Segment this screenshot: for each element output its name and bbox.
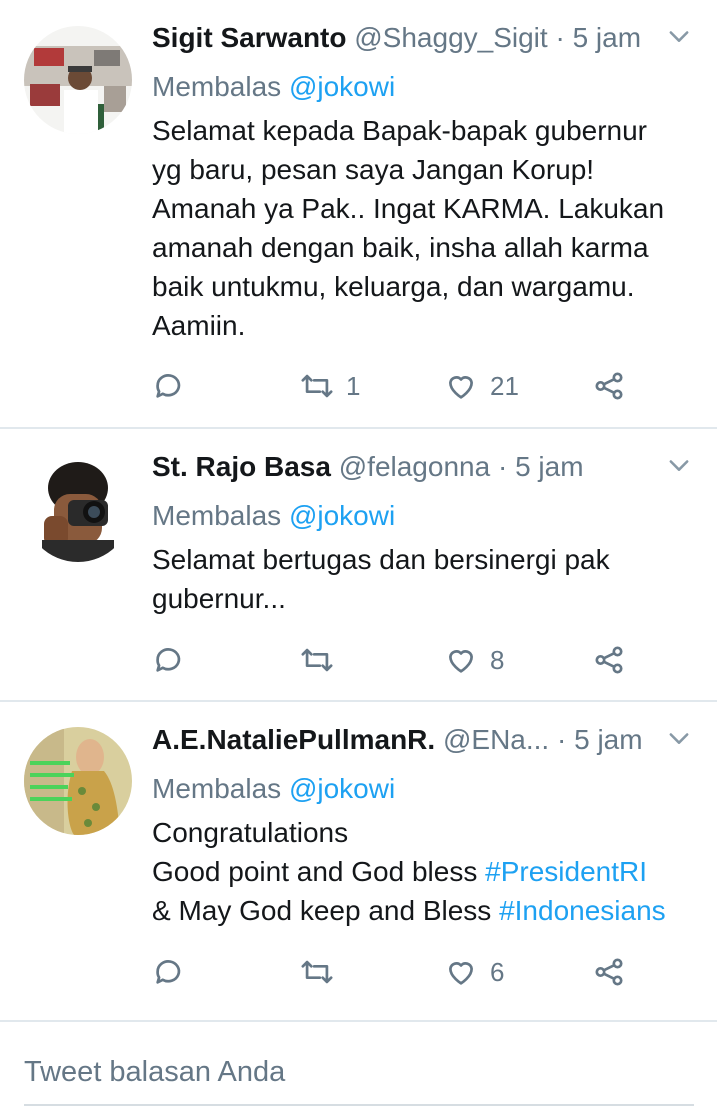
author-name[interactable]: A.E.NataliePullmanR. — [152, 724, 435, 755]
reply-icon — [156, 648, 181, 672]
tweet-text: Selamat bertugas dan bersinergi pak gube… — [152, 540, 712, 618]
tweet-text-line: Congratulations — [152, 817, 349, 848]
tweet-text: Congratulations Good point and God bless… — [152, 813, 712, 930]
tweet-3[interactable]: A.E.NataliePullmanR. @ENa... · 5 jam Mem… — [0, 702, 717, 1020]
timestamp[interactable]: 5 jam — [573, 22, 641, 53]
retweet-icon — [301, 374, 333, 398]
retweet-button[interactable]: 1 — [300, 366, 360, 406]
reply-compose-field[interactable]: Tweet balasan Anda — [24, 1050, 694, 1106]
divider — [0, 1020, 717, 1022]
timestamp[interactable]: 5 jam — [574, 724, 642, 755]
tweet-text-line: Selamat kepada Bapak-bapak gubernur — [152, 115, 648, 146]
reply-button[interactable] — [152, 366, 186, 406]
hashtag-link[interactable]: #PresidentRI — [485, 856, 647, 887]
avatar-image — [24, 727, 132, 835]
tweet-text-line: & May God keep and Bless #Indonesians — [152, 891, 712, 930]
share-icon — [595, 372, 623, 400]
reply-button[interactable] — [152, 952, 186, 992]
author-handle[interactable]: @Shaggy_Sigit — [354, 22, 547, 53]
separator-dot: · — [555, 22, 565, 53]
retweet-icon — [301, 648, 333, 672]
chevron-down-icon[interactable] — [665, 724, 693, 752]
author-name[interactable]: Sigit Sarwanto — [152, 22, 346, 53]
avatar-image — [24, 454, 132, 562]
tweet-text-line: Aamiin. — [152, 310, 246, 341]
retweet-count: 1 — [346, 370, 361, 401]
separator-dot: · — [497, 451, 508, 482]
avatar[interactable] — [24, 26, 132, 134]
tweet-2[interactable]: St. Rajo Basa @felagonna · 5 jam Membala… — [0, 429, 717, 700]
author-handle[interactable]: @ENa... — [443, 724, 549, 755]
share-icon — [595, 646, 623, 674]
retweet-button[interactable] — [300, 952, 346, 992]
share-button[interactable] — [592, 952, 626, 992]
tweet-text-line: Good point and God bless #PresidentRI — [152, 852, 712, 891]
reply-placeholder: Tweet balasan Anda — [24, 1056, 286, 1088]
tweet-text-line: gubernur... — [152, 583, 286, 614]
tweet-actions: 6 — [152, 952, 652, 992]
replying-to: Membalas @jokowi — [152, 497, 395, 535]
separator-dot: · — [556, 724, 567, 755]
replying-to: Membalas @jokowi — [152, 68, 395, 106]
replying-prefix: Membalas — [152, 71, 282, 102]
tweet-header: Sigit Sarwanto @Shaggy_Sigit · 5 jam — [152, 18, 693, 58]
heart-icon — [449, 376, 473, 399]
like-button[interactable]: 8 — [444, 640, 504, 680]
tweet-text-segment: Good point and God bless — [152, 856, 486, 887]
reply-icon — [156, 960, 181, 984]
heart-icon — [449, 650, 473, 673]
tweet-actions: 8 — [152, 640, 652, 680]
like-count: 8 — [490, 644, 505, 675]
tweet-header: A.E.NataliePullmanR. @ENa... · 5 jam — [152, 720, 693, 760]
replying-to-link[interactable]: @jokowi — [289, 500, 395, 531]
tweet-text-line: baik untukmu, keluarga, dan wargamu. — [152, 271, 635, 302]
hashtag-link[interactable]: #Indonesians — [499, 895, 666, 926]
replying-to-link[interactable]: @jokowi — [289, 71, 395, 102]
retweet-icon — [301, 960, 333, 984]
share-button[interactable] — [592, 366, 626, 406]
avatar-image — [24, 26, 132, 134]
tweet-text-line: amanah dengan baik, insha allah karma — [152, 232, 649, 263]
tweet-text-line: yg baru, pesan saya Jangan Korup! — [152, 154, 595, 185]
tweet-text-line: Amanah ya Pak.. Ingat KARMA. Lakukan — [152, 193, 665, 224]
share-button[interactable] — [592, 640, 626, 680]
tweet-text-line: Selamat bertugas dan bersinergi pak — [152, 544, 610, 575]
reply-button[interactable] — [152, 640, 186, 680]
tweet-header: St. Rajo Basa @felagonna · 5 jam — [152, 447, 693, 487]
share-icon — [595, 958, 623, 986]
like-count: 6 — [490, 956, 505, 987]
author-name[interactable]: St. Rajo Basa — [152, 451, 331, 482]
retweet-button[interactable] — [300, 640, 346, 680]
timestamp[interactable]: 5 jam — [515, 451, 583, 482]
like-button[interactable]: 6 — [444, 952, 504, 992]
heart-icon — [449, 962, 473, 985]
replying-to: Membalas @jokowi — [152, 770, 395, 808]
chevron-down-icon[interactable] — [665, 22, 693, 50]
replying-prefix: Membalas — [152, 500, 282, 531]
avatar[interactable] — [24, 727, 132, 835]
reply-icon — [156, 374, 181, 398]
replying-to-link[interactable]: @jokowi — [289, 773, 395, 804]
chevron-down-icon[interactable] — [665, 451, 693, 479]
author-handle[interactable]: @felagonna — [339, 451, 490, 482]
tweet-text-segment: & May God keep and Bless — [152, 895, 500, 926]
avatar[interactable] — [24, 454, 132, 562]
like-count: 21 — [490, 370, 519, 401]
replying-prefix: Membalas — [152, 773, 282, 804]
tweet-text: Selamat kepada Bapak-bapak gubernur yg b… — [152, 111, 712, 345]
tweet-1[interactable]: Sigit Sarwanto @Shaggy_Sigit · 5 jam Mem… — [0, 0, 717, 428]
like-button[interactable]: 21 — [444, 366, 519, 406]
tweet-actions: 1 21 — [152, 366, 652, 406]
